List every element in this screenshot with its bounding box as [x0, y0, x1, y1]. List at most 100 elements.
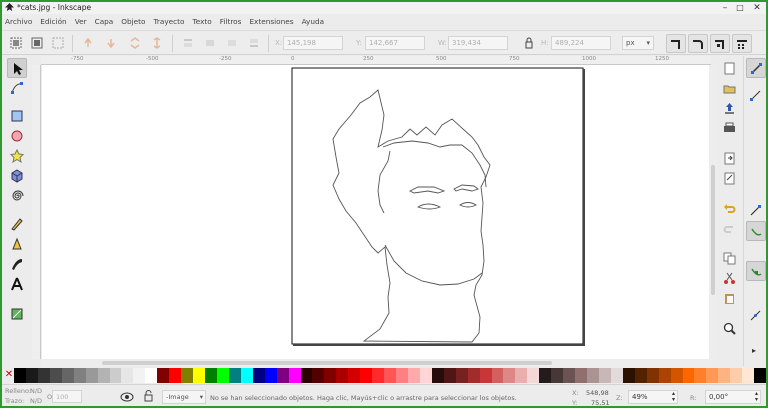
color-swatch[interactable] — [336, 368, 349, 383]
color-swatch[interactable] — [646, 368, 659, 383]
new-document-icon[interactable] — [723, 62, 736, 75]
star-tool[interactable] — [7, 146, 27, 166]
menu-edicion[interactable]: Edición — [40, 17, 66, 26]
calligraphy-tool[interactable] — [7, 254, 27, 274]
maximize-button[interactable]: □ — [735, 3, 745, 13]
fill-value[interactable]: N/D — [30, 387, 42, 395]
color-swatch[interactable] — [622, 368, 635, 383]
menu-objeto[interactable]: Objeto — [121, 17, 145, 26]
color-swatch[interactable] — [551, 368, 564, 383]
select-all-icon[interactable] — [10, 37, 22, 49]
color-swatch[interactable] — [670, 368, 683, 383]
color-swatch[interactable] — [14, 368, 26, 383]
selector-tool[interactable] — [7, 58, 27, 78]
y-field[interactable]: 142,667 — [365, 36, 425, 50]
opacity-field[interactable]: 100 — [52, 390, 82, 403]
color-swatch[interactable] — [49, 368, 62, 383]
snap-toggle[interactable] — [746, 58, 766, 78]
vertical-scrollbar[interactable] — [709, 65, 717, 359]
color-swatch[interactable] — [384, 368, 396, 383]
snap-paths-toggle[interactable] — [746, 221, 766, 241]
snap-arrow-icon[interactable]: ▸ — [752, 346, 756, 355]
menu-ver[interactable]: Ver — [75, 17, 87, 26]
import-icon[interactable] — [723, 152, 736, 165]
color-swatch[interactable] — [419, 368, 432, 383]
raise-icon[interactable] — [204, 37, 216, 49]
color-swatch[interactable] — [587, 368, 599, 383]
flip-vertical-icon[interactable] — [151, 37, 163, 49]
ellipse-tool[interactable] — [7, 126, 27, 146]
color-swatch[interactable] — [193, 368, 205, 383]
color-swatch[interactable] — [61, 368, 74, 383]
color-swatch[interactable] — [658, 368, 671, 383]
horizontal-scrollbar[interactable] — [42, 359, 712, 367]
color-swatch[interactable] — [443, 368, 456, 383]
snap-center-toggle[interactable] — [746, 306, 766, 326]
color-swatch[interactable] — [85, 368, 98, 383]
color-swatch[interactable] — [491, 368, 504, 383]
move-patterns-toggle[interactable] — [732, 34, 752, 53]
color-swatch[interactable] — [515, 368, 528, 383]
layer-visibility-icon[interactable] — [120, 391, 134, 403]
rectangle-tool[interactable] — [7, 106, 27, 126]
drawing-canvas[interactable] — [42, 65, 711, 359]
node-tool[interactable] — [7, 78, 27, 98]
rotation-field[interactable]: 0,00° ▴ ▾ — [705, 390, 761, 404]
rotate-ccw-icon[interactable] — [82, 37, 94, 49]
color-swatch[interactable] — [348, 368, 361, 383]
color-swatch[interactable] — [181, 368, 194, 383]
color-swatch[interactable] — [598, 368, 611, 383]
color-swatch[interactable] — [228, 368, 241, 383]
redo-icon[interactable] — [723, 222, 736, 235]
snap-bbox-toggle[interactable] — [746, 86, 766, 106]
x-field[interactable]: 145,198 — [283, 36, 343, 50]
color-swatch[interactable] — [527, 368, 540, 383]
lower-icon[interactable] — [226, 37, 238, 49]
cut-icon[interactable] — [723, 272, 736, 285]
color-swatch[interactable] — [539, 368, 552, 383]
color-swatch[interactable] — [73, 368, 86, 383]
menu-archivo[interactable]: Archivo — [5, 17, 32, 26]
flip-horizontal-icon[interactable] — [129, 37, 141, 49]
lower-to-bottom-icon[interactable] — [248, 37, 260, 49]
color-swatch[interactable] — [682, 368, 695, 383]
3d-box-tool[interactable] — [7, 166, 27, 186]
color-swatch[interactable] — [169, 368, 182, 383]
color-swatch[interactable] — [97, 368, 110, 383]
menu-capa[interactable]: Capa — [95, 17, 114, 26]
color-swatch[interactable] — [37, 368, 50, 383]
color-swatch[interactable] — [205, 368, 217, 383]
menu-filtros[interactable]: Filtros — [220, 17, 242, 26]
lock-icon[interactable] — [523, 37, 535, 49]
color-swatch[interactable] — [730, 368, 743, 383]
color-swatch[interactable] — [407, 368, 420, 383]
color-swatch[interactable] — [288, 368, 301, 383]
color-swatch[interactable] — [109, 368, 122, 383]
menu-ayuda[interactable]: Ayuda — [302, 17, 325, 26]
color-swatch[interactable] — [575, 368, 587, 383]
export-icon[interactable] — [723, 172, 736, 185]
color-swatch[interactable] — [300, 368, 313, 383]
layer-lock-icon[interactable] — [143, 390, 155, 402]
color-swatch[interactable] — [372, 368, 385, 383]
close-button[interactable]: ✕ — [752, 3, 762, 13]
color-swatch[interactable] — [503, 368, 516, 383]
color-swatch[interactable] — [563, 368, 576, 383]
open-folder-icon[interactable] — [723, 82, 736, 95]
move-gradients-toggle[interactable] — [710, 34, 730, 53]
color-swatch[interactable] — [121, 368, 134, 383]
color-swatch[interactable] — [264, 368, 277, 383]
color-swatch[interactable] — [133, 368, 146, 383]
color-swatch[interactable] — [742, 368, 755, 383]
layer-select[interactable]: -Image ▾ — [162, 390, 206, 404]
pen-tool[interactable] — [7, 234, 27, 254]
color-swatch[interactable] — [145, 368, 158, 383]
color-swatch[interactable] — [324, 368, 337, 383]
menu-extensiones[interactable]: Extensiones — [249, 17, 293, 26]
snap-midpoints-toggle[interactable] — [746, 261, 766, 281]
color-swatch[interactable] — [431, 368, 444, 383]
color-swatch[interactable] — [312, 368, 325, 383]
color-swatch[interactable] — [216, 368, 229, 383]
color-swatch[interactable] — [718, 368, 731, 383]
horizontal-scroll-thumb[interactable] — [102, 361, 552, 365]
